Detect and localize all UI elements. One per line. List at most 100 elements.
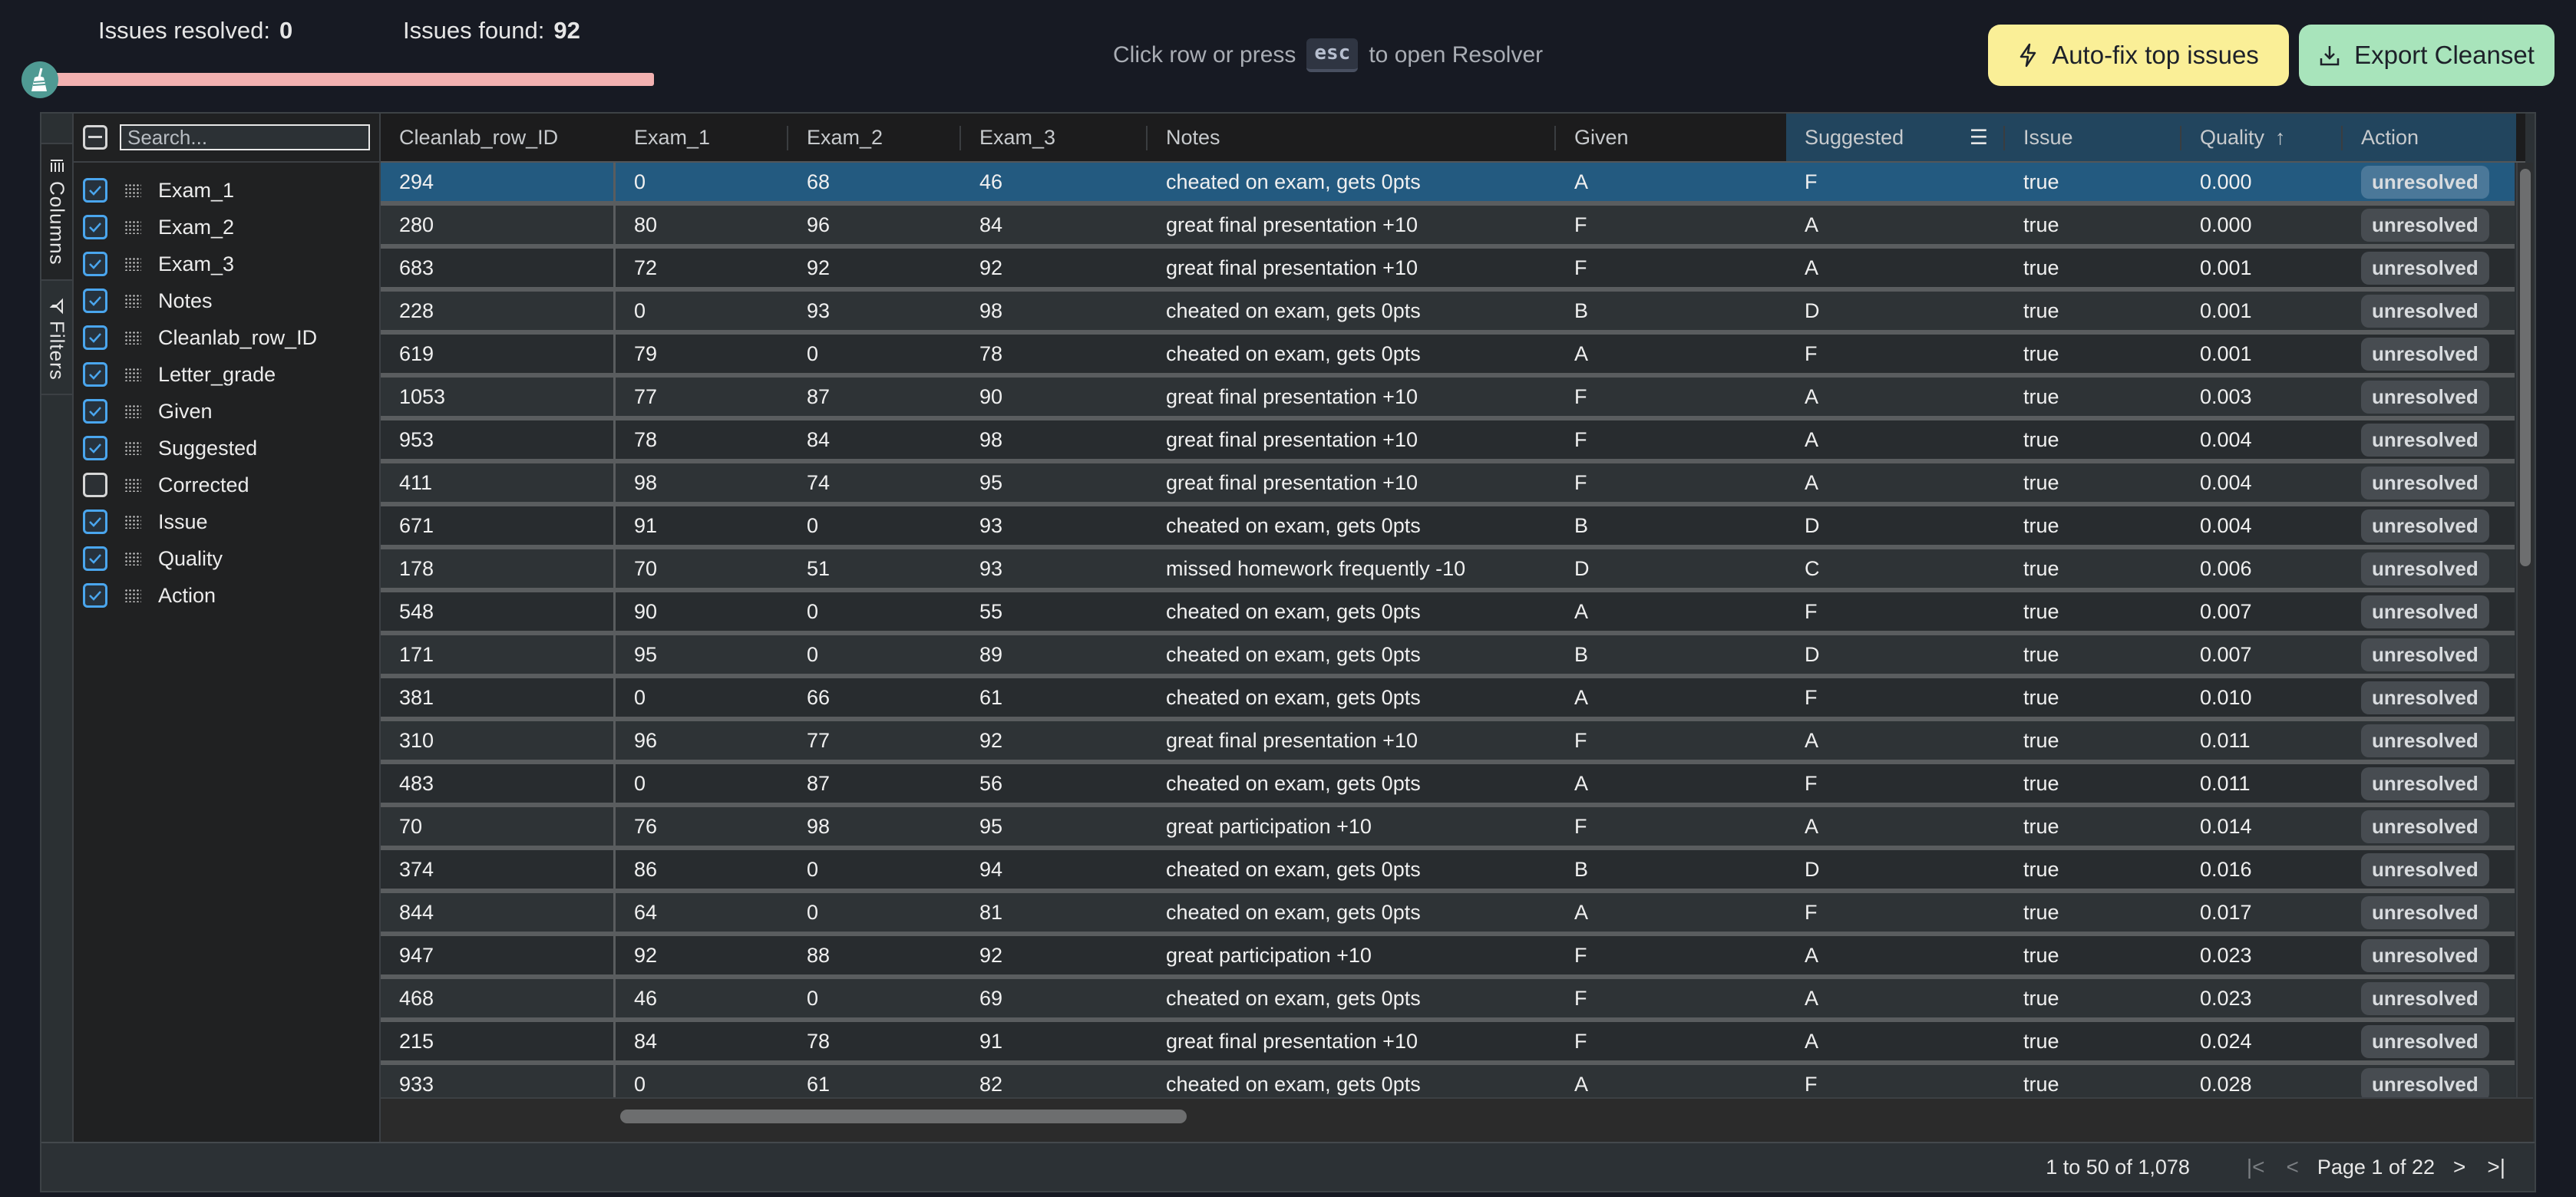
table-row[interactable]: 310 96 77 92 great final presentation +10 F At… [381,721,2515,764]
table-row[interactable]: 1053 77 87 90 great final presentation +10 F A… [381,378,2515,420]
table-row[interactable]: 228 0 93 98 cheated on exam, gets 0pts B Dtrue… [381,292,2515,335]
column-toggle-item[interactable]: Given [74,393,379,430]
table-row[interactable]: 178 70 51 93 missed homework frequently -10 D… [381,549,2515,592]
drag-handle-icon[interactable] [124,368,141,381]
table-row[interactable]: 953 78 84 98 great final presentation +10 F At… [381,420,2515,463]
table-row[interactable]: 671 91 0 93 cheated on exam, gets 0pts B Dtrue… [381,506,2515,549]
column-toggle-item[interactable]: Action [74,577,379,614]
column-checkbox[interactable] [83,252,107,276]
column-toggle-item[interactable]: Suggested [74,430,379,467]
tab-columns[interactable]: Columns [41,143,72,281]
table-row[interactable]: 381 0 66 61 cheated on exam, gets 0pts A Ftrue… [381,678,2515,721]
drag-handle-icon[interactable] [124,257,141,271]
horizontal-scrollbar-thumb[interactable] [620,1110,1187,1123]
column-header-exam-1[interactable]: Exam_1 [616,114,788,161]
table-row[interactable]: 70 76 98 95 great participation +10 F Atrue 0.0… [381,807,2515,850]
status-badge[interactable]: unresolved [2361,981,2489,1015]
horizontal-scrollbar[interactable] [381,1097,2533,1142]
table-row[interactable]: 548 90 0 55 cheated on exam, gets 0pts A Ftrue… [381,592,2515,635]
column-search-input[interactable] [120,124,370,150]
vertical-scrollbar-thumb[interactable] [2520,169,2531,566]
drag-handle-icon[interactable] [124,294,141,308]
column-toggle-item[interactable]: Corrected [74,467,379,503]
column-checkbox[interactable] [83,546,107,571]
status-badge[interactable]: unresolved [2361,552,2489,585]
drag-handle-icon[interactable] [124,331,141,345]
drag-handle-icon[interactable] [124,220,141,234]
table-row[interactable]: 468 46 0 69 cheated on exam, gets 0pts F Atrue… [381,979,2515,1022]
column-checkbox[interactable] [83,399,107,424]
status-badge[interactable]: unresolved [2361,208,2489,242]
vertical-scrollbar[interactable] [2516,163,2533,1097]
tab-filters[interactable]: Filters [41,284,72,395]
column-checkbox[interactable] [83,178,107,203]
status-badge[interactable]: unresolved [2361,895,2489,929]
table-row[interactable]: 947 92 88 92 great participation +10 F Atrue 0.… [381,936,2515,979]
column-header-cleanlab-row-id[interactable]: Cleanlab_row_ID [381,114,616,161]
status-badge[interactable]: unresolved [2361,852,2489,886]
column-header-exam-2[interactable]: Exam_2 [788,114,961,161]
status-badge[interactable]: unresolved [2361,595,2489,628]
table-row[interactable]: 844 64 0 81 cheated on exam, gets 0pts A Ftrue… [381,893,2515,936]
table-row[interactable]: 411 98 74 95 great final presentation +10 F At… [381,463,2515,506]
column-toggle-item[interactable]: Letter_grade [74,356,379,393]
column-toggle-item[interactable]: Issue [74,503,379,540]
column-toggle-item[interactable]: Exam_1 [74,172,379,209]
column-header-action[interactable]: Action [2343,114,2516,161]
table-row[interactable]: 619 79 0 78 cheated on exam, gets 0pts A Ftrue… [381,335,2515,378]
last-page-icon[interactable]: >| [2487,1155,2505,1179]
export-cleanset-button[interactable]: Export Cleanset [2299,25,2555,86]
drag-handle-icon[interactable] [124,441,141,455]
next-page-icon[interactable]: > [2453,1155,2465,1179]
column-checkbox[interactable] [83,289,107,313]
status-badge[interactable]: unresolved [2361,380,2489,414]
drag-handle-icon[interactable] [124,183,141,197]
column-toggle-item[interactable]: Cleanlab_row_ID [74,319,379,356]
status-badge[interactable]: unresolved [2361,165,2489,199]
column-header-exam-3[interactable]: Exam_3 [961,114,1148,161]
status-badge[interactable]: unresolved [2361,724,2489,757]
table-row[interactable]: 280 80 96 84 great final presentation +10 F At… [381,206,2515,249]
column-checkbox[interactable] [83,362,107,387]
status-badge[interactable]: unresolved [2361,423,2489,457]
column-checkbox[interactable] [83,473,107,497]
column-header-suggested[interactable]: Suggested ☰ [1786,114,2005,161]
column-toggle-item[interactable]: Quality [74,540,379,577]
column-checkbox[interactable] [83,325,107,350]
status-badge[interactable]: unresolved [2361,1024,2489,1058]
table-row[interactable]: 483 0 87 56 cheated on exam, gets 0pts A Ftrue… [381,764,2515,807]
drag-handle-icon[interactable] [124,515,141,529]
toggle-all-columns-checkbox[interactable] [83,125,107,150]
status-badge[interactable]: unresolved [2361,938,2489,972]
column-toggle-item[interactable]: Notes [74,282,379,319]
status-badge[interactable]: unresolved [2361,337,2489,371]
column-checkbox[interactable] [83,215,107,239]
column-header-notes[interactable]: Notes [1148,114,1556,161]
column-header-issue[interactable]: Issue [2005,114,2181,161]
column-toggle-item[interactable]: Exam_2 [74,209,379,246]
status-badge[interactable]: unresolved [2361,810,2489,843]
status-badge[interactable]: unresolved [2361,681,2489,714]
status-badge[interactable]: unresolved [2361,767,2489,800]
status-badge[interactable]: unresolved [2361,1067,2489,1101]
status-badge[interactable]: unresolved [2361,638,2489,671]
column-header-given[interactable]: Given [1556,114,1786,161]
status-badge[interactable]: unresolved [2361,251,2489,285]
drag-handle-icon[interactable] [124,478,141,492]
column-checkbox[interactable] [83,436,107,460]
column-menu-icon[interactable]: ☰ [1970,126,1988,150]
column-checkbox[interactable] [83,583,107,608]
drag-handle-icon[interactable] [124,404,141,418]
table-row[interactable]: 171 95 0 89 cheated on exam, gets 0pts B Dtrue… [381,635,2515,678]
prev-page-icon[interactable]: < [2287,1155,2299,1179]
column-toggle-item[interactable]: Exam_3 [74,246,379,282]
table-row[interactable]: 215 84 78 91 great final presentation +10 F At… [381,1022,2515,1065]
drag-handle-icon[interactable] [124,589,141,602]
column-checkbox[interactable] [83,509,107,534]
table-row[interactable]: 374 86 0 94 cheated on exam, gets 0pts B Dtrue… [381,850,2515,893]
auto-fix-button[interactable]: Auto-fix top issues [1988,25,2289,86]
status-badge[interactable]: unresolved [2361,294,2489,328]
column-header-quality[interactable]: Quality ↑ [2181,114,2343,161]
table-row[interactable]: 683 72 92 92 great final presentation +10 F At… [381,249,2515,292]
table-row[interactable]: 294 0 68 46 cheated on exam, gets 0pts A Ftrue… [381,163,2515,206]
